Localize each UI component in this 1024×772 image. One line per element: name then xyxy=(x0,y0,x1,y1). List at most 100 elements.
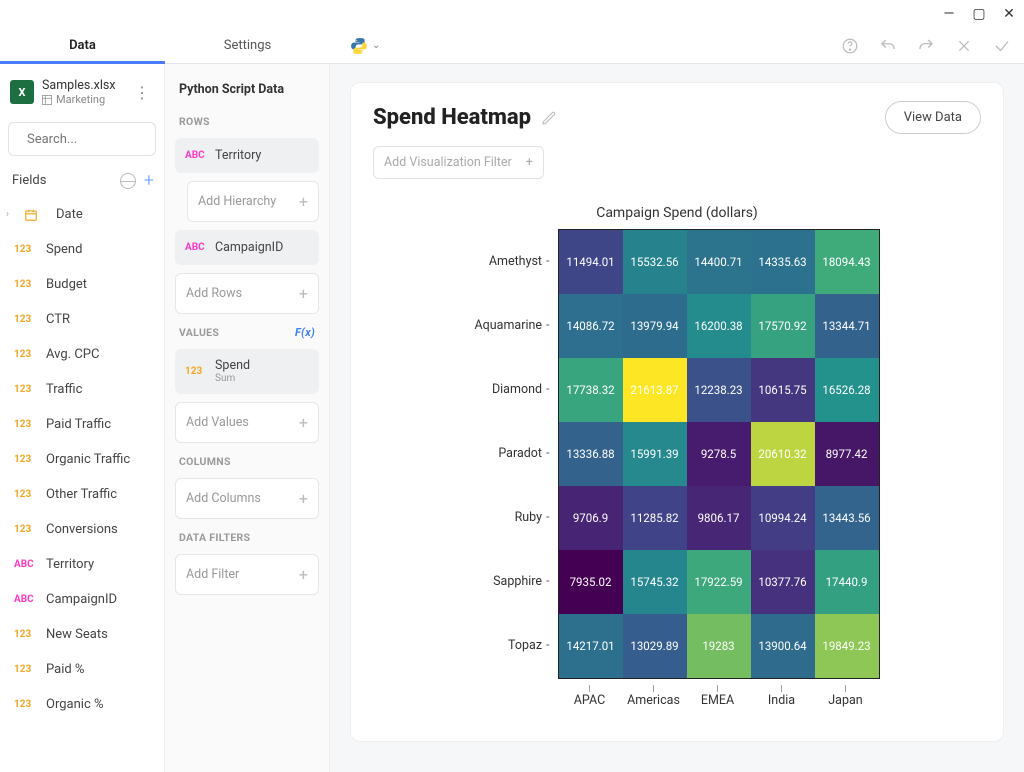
heatmap-cell: 11285.82 xyxy=(623,486,687,550)
config-panel: Python Script Data ROWS ABCTerritory Add… xyxy=(165,64,330,772)
row-pill-territory[interactable]: ABCTerritory xyxy=(175,138,319,173)
minimize-button[interactable]: — xyxy=(942,7,956,21)
field-item[interactable]: 123Organic Traffic xyxy=(0,442,164,477)
field-item[interactable]: 123Organic % xyxy=(0,687,164,722)
field-item[interactable]: 123Budget xyxy=(0,267,164,302)
y-axis-label: Paradot xyxy=(475,421,558,485)
plus-icon: + xyxy=(526,155,533,170)
field-list: ›Date123Spend123Budget123CTR123Avg. CPC1… xyxy=(0,197,164,772)
window-titlebar: — ▢ ✕ xyxy=(0,0,1024,28)
plus-icon: + xyxy=(299,192,308,211)
fields-sidebar: X Samples.xlsx Marketing ⋮ Fields + ›Dat… xyxy=(0,64,165,772)
edit-title-icon[interactable] xyxy=(541,110,557,126)
datasource-menu-icon[interactable]: ⋮ xyxy=(130,83,154,102)
field-item[interactable]: 123New Seats xyxy=(0,617,164,652)
add-hierarchy-button[interactable]: Add Hierarchy+ xyxy=(187,181,319,222)
close-window-button[interactable]: ✕ xyxy=(1002,7,1016,21)
heatmap-cell: 13900.64 xyxy=(751,614,815,678)
field-item[interactable]: 123Paid Traffic xyxy=(0,407,164,442)
heatmap-cell: 14400.71 xyxy=(687,230,751,294)
row-pill-campaignid[interactable]: ABCCampaignID xyxy=(175,230,319,265)
heatmap-cell: 11494.01 xyxy=(559,230,623,294)
fx-icon[interactable]: F(x) xyxy=(295,326,315,339)
file-name: Samples.xlsx xyxy=(42,78,122,93)
field-item[interactable]: 123Spend xyxy=(0,232,164,267)
add-values-button[interactable]: Add Values+ xyxy=(175,402,319,443)
values-section-label: VALUES xyxy=(179,326,219,339)
rows-section-label: ROWS xyxy=(165,107,329,134)
config-title: Python Script Data xyxy=(165,76,329,107)
field-item[interactable]: 123Conversions xyxy=(0,512,164,547)
python-kernel-menu[interactable]: ⌄ xyxy=(342,37,380,55)
heatmap-cell: 8977.42 xyxy=(815,422,879,486)
field-item[interactable]: 123CTR xyxy=(0,302,164,337)
value-pill-spend[interactable]: 123SpendSum xyxy=(175,349,319,394)
heatmap-cell: 20610.32 xyxy=(751,422,815,486)
sheet-name: Marketing xyxy=(42,93,122,106)
search-input-wrap[interactable] xyxy=(8,122,156,156)
add-filter-button[interactable]: Add Filter+ xyxy=(175,554,319,595)
y-axis-label: Aquamarine xyxy=(475,293,558,357)
tab-data[interactable]: Data xyxy=(0,28,165,63)
y-axis-label: Diamond xyxy=(475,357,558,421)
chart-title: Campaign Spend (dollars) xyxy=(596,205,758,221)
cancel-icon[interactable] xyxy=(954,36,974,56)
heatmap-cell: 17440.9 xyxy=(815,550,879,614)
heatmap-cell: 14086.72 xyxy=(559,294,623,358)
table-icon xyxy=(42,95,52,105)
plus-icon: + xyxy=(299,284,308,303)
heatmap-cell: 17570.92 xyxy=(751,294,815,358)
heatmap-cell: 14217.01 xyxy=(559,614,623,678)
field-item[interactable]: ABCTerritory xyxy=(0,547,164,582)
chart: Campaign Spend (dollars) AmethystAquamar… xyxy=(373,205,981,708)
columns-section-label: COLUMNS xyxy=(165,447,329,474)
datasource-row[interactable]: X Samples.xlsx Marketing ⋮ xyxy=(0,64,164,116)
heatmap-cell: 15991.39 xyxy=(623,422,687,486)
x-axis-label: Japan xyxy=(814,679,878,708)
heatmap-cell: 15532.56 xyxy=(623,230,687,294)
heatmap-cell: 21613.87 xyxy=(623,358,687,422)
y-axis-label: Amethyst xyxy=(475,229,558,293)
tab-bar: Data Settings ⌄ xyxy=(0,28,1024,64)
add-columns-button[interactable]: Add Columns+ xyxy=(175,478,319,519)
field-item[interactable]: 123Other Traffic xyxy=(0,477,164,512)
tab-settings[interactable]: Settings xyxy=(165,28,330,63)
field-item[interactable]: ›Date xyxy=(0,197,164,232)
heatmap-cell: 17922.59 xyxy=(687,550,751,614)
globe-icon[interactable] xyxy=(120,173,136,189)
heatmap-cell: 10994.24 xyxy=(751,486,815,550)
maximize-button[interactable]: ▢ xyxy=(972,7,986,21)
redo-icon[interactable] xyxy=(916,36,936,56)
add-field-icon[interactable]: + xyxy=(144,170,154,191)
confirm-icon[interactable] xyxy=(992,36,1012,56)
plus-icon: + xyxy=(299,489,308,508)
field-item[interactable]: 123Paid % xyxy=(0,652,164,687)
python-icon xyxy=(350,37,368,55)
y-axis-label: Topaz xyxy=(475,613,558,677)
view-data-button[interactable]: View Data xyxy=(885,101,981,134)
plus-icon: + xyxy=(299,413,308,432)
add-viz-filter-button[interactable]: Add Visualization Filter + xyxy=(373,146,544,179)
heatmap-cell: 17738.32 xyxy=(559,358,623,422)
card-title: Spend Heatmap xyxy=(373,105,531,130)
x-axis-label: India xyxy=(750,679,814,708)
filters-section-label: DATA FILTERS xyxy=(165,523,329,550)
heatmap-cell: 9278.5 xyxy=(687,422,751,486)
canvas: Spend Heatmap View Data Add Visualizatio… xyxy=(330,64,1024,772)
heatmap-cell: 13979.94 xyxy=(623,294,687,358)
help-icon[interactable] xyxy=(840,36,860,56)
heatmap-cell: 9706.9 xyxy=(559,486,623,550)
undo-icon[interactable] xyxy=(878,36,898,56)
add-rows-button[interactable]: Add Rows+ xyxy=(175,273,319,314)
field-item[interactable]: 123Avg. CPC xyxy=(0,337,164,372)
field-item[interactable]: 123Traffic xyxy=(0,372,164,407)
heatmap-cell: 15745.32 xyxy=(623,550,687,614)
heatmap-cell: 13029.89 xyxy=(623,614,687,678)
field-item[interactable]: ABCCampaignID xyxy=(0,582,164,617)
visualization-card: Spend Heatmap View Data Add Visualizatio… xyxy=(350,82,1004,742)
heatmap-cell: 13336.88 xyxy=(559,422,623,486)
y-axis-label: Ruby xyxy=(475,485,558,549)
heatmap-cell: 10615.75 xyxy=(751,358,815,422)
heatmap-cell: 18094.43 xyxy=(815,230,879,294)
heatmap-cell: 13344.71 xyxy=(815,294,879,358)
